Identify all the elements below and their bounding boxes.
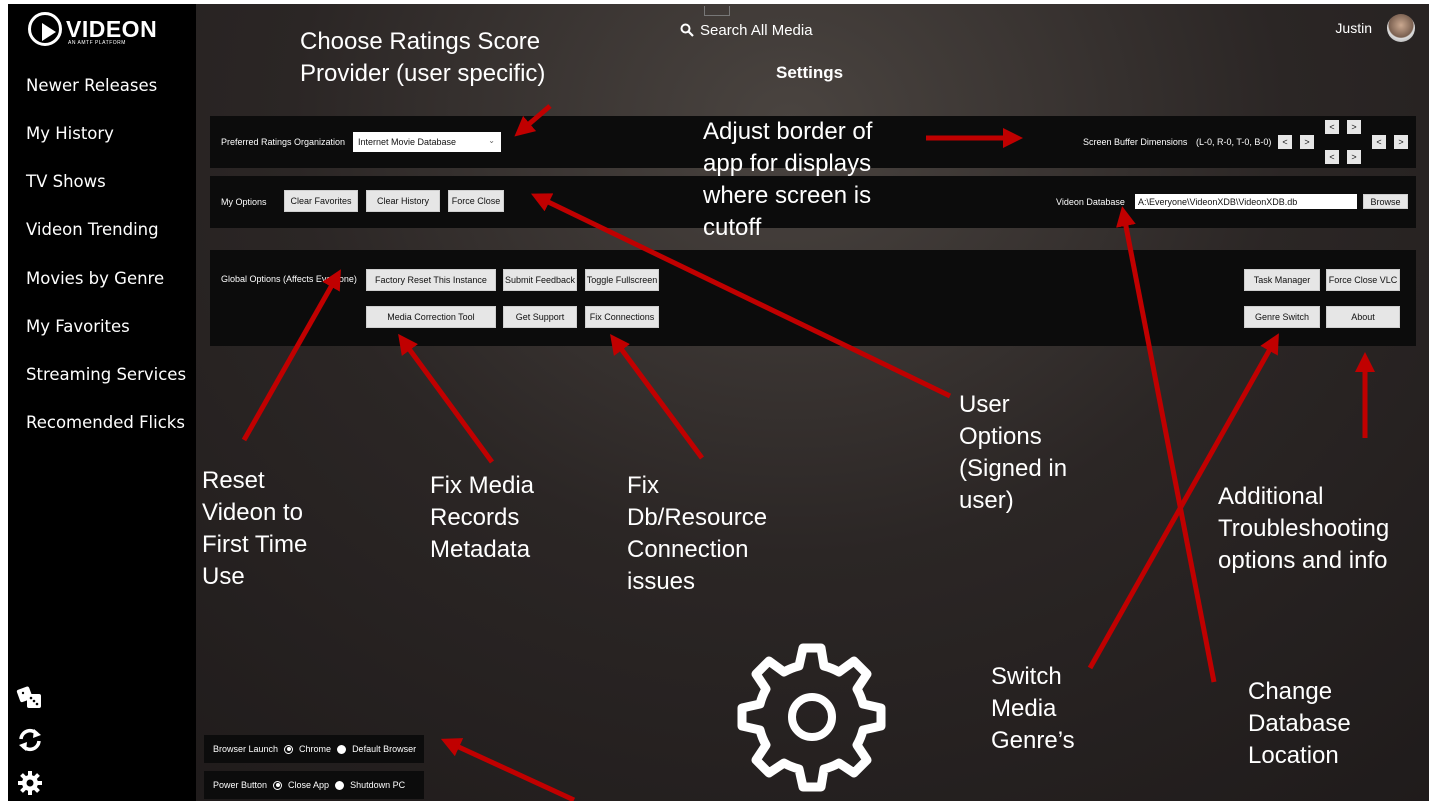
annotation-switch-genre: Switch Media Genre’s — [991, 663, 1075, 754]
annotation-change-database: Change Database Location — [1248, 678, 1351, 769]
arrow-db — [610, 333, 705, 460]
annotation-fix-media: Fix Media Records Metadata — [430, 472, 535, 563]
arrow-ratings — [514, 104, 552, 137]
videon-app-window: VIDEON AN AMTF PLATFORM Newer Releases M… — [8, 4, 1429, 801]
arrow-reset — [241, 269, 341, 442]
annotation-ratings-provider: Choose Ratings Score Provider (user spec… — [300, 28, 546, 87]
annotation-user-options: User Options (Signed in user) — [959, 391, 1068, 514]
annotation-reset-videon: Reset Videon to First Time Use — [202, 467, 308, 590]
annotation-adjust-border: Adjust border of app for displays where … — [703, 118, 873, 241]
annotation-fix-db: Fix Db/Resource Connection issues — [627, 472, 768, 595]
arrow-bottom — [440, 738, 576, 801]
arrow-media — [398, 333, 495, 464]
annotation-troubleshooting: Additional Troubleshooting options and i… — [1218, 483, 1390, 574]
arrow-database — [1116, 206, 1217, 683]
